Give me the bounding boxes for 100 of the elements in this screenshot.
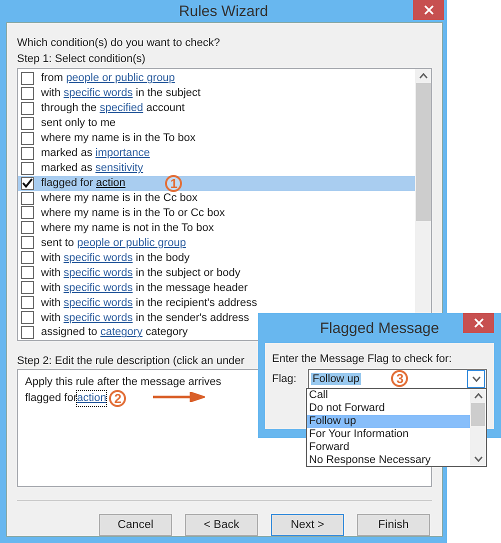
condition-text: with specific words in the subject xyxy=(41,87,201,100)
description-text: Apply this rule after the message arrives xyxy=(25,375,222,390)
checkbox[interactable] xyxy=(21,326,34,339)
checkbox[interactable] xyxy=(21,132,34,145)
step-label: Step 1: Select condition(s) xyxy=(17,52,146,67)
scroll-up-icon[interactable] xyxy=(418,73,428,79)
condition-text: marked as sensitivity xyxy=(41,162,144,174)
flag-option[interactable]: For Your Information xyxy=(307,428,470,441)
checkbox[interactable] xyxy=(21,221,34,234)
checkbox[interactable] xyxy=(21,116,34,130)
condition-text: sent to people or public group xyxy=(41,236,186,249)
condition-text: with specific words in the recipient's address xyxy=(41,296,258,309)
condition-item[interactable]: with specific words in the subject xyxy=(18,86,415,101)
dialog-button[interactable]: Finish xyxy=(357,514,430,536)
condition-link[interactable]: sensitivity xyxy=(95,162,144,174)
condition-link[interactable]: category xyxy=(100,326,143,338)
condition-text: with specific words in the message header xyxy=(41,282,248,294)
condition-text: where my name is in the Cc box xyxy=(41,192,198,204)
scroll-thumb[interactable] xyxy=(416,83,430,221)
description-text: flagged for xyxy=(25,391,77,406)
condition-item[interactable]: flagged for action 1 xyxy=(18,176,415,191)
condition-text: where my name is in the To or Cc box xyxy=(41,206,225,219)
scroll-up-icon[interactable] xyxy=(474,393,482,399)
condition-link[interactable]: specific words xyxy=(64,87,133,100)
scroll-down-icon[interactable] xyxy=(472,376,480,382)
condition-link[interactable]: specific words xyxy=(64,296,133,309)
question-label: Which condition(s) do you want to check? xyxy=(17,36,220,51)
flag-dropdown[interactable]: Follow up 3 xyxy=(308,369,487,389)
condition-link[interactable]: specified xyxy=(100,102,144,114)
condition-link[interactable]: people or public group xyxy=(66,72,175,84)
dialog-button[interactable]: < Back xyxy=(185,514,258,536)
condition-item[interactable]: sent only to me xyxy=(18,116,415,131)
checkbox[interactable] xyxy=(21,102,34,115)
window-title: Rules Wizard xyxy=(178,2,268,20)
flag-label: Flag: xyxy=(272,373,296,385)
condition-text: sent only to me xyxy=(41,117,116,130)
condition-text: with specific words in the body xyxy=(41,252,190,264)
checkbox[interactable] xyxy=(21,281,34,294)
condition-item[interactable]: with specific words in the recipient's address xyxy=(18,295,415,310)
checkbox[interactable] xyxy=(21,192,34,205)
flag-option[interactable]: Follow up xyxy=(307,415,470,428)
flag-option[interactable]: Call xyxy=(307,389,470,402)
condition-text: with specific words in the subject or body xyxy=(41,266,240,279)
condition-text: marked as importance xyxy=(41,147,150,160)
condition-link[interactable]: specific words xyxy=(64,282,133,294)
close-icon xyxy=(424,5,434,15)
step-marker: 2 xyxy=(109,390,126,407)
checkbox[interactable] xyxy=(21,162,34,175)
condition-text: where my name is in the To box xyxy=(41,132,196,144)
checkbox[interactable] xyxy=(21,296,34,310)
condition-item[interactable]: sent to people or public group xyxy=(18,235,415,250)
condition-item[interactable]: with specific words in the subject or body xyxy=(18,265,415,280)
flag-option[interactable]: Forward xyxy=(307,441,470,454)
close-button[interactable] xyxy=(463,313,494,333)
condition-item[interactable]: with specific words in the body xyxy=(18,250,415,266)
condition-text: with specific words in the sender's address xyxy=(41,312,250,324)
condition-text: where my name is not in the To box xyxy=(41,222,214,234)
condition-item[interactable]: from people or public group xyxy=(18,71,415,86)
checkbox[interactable] xyxy=(21,311,34,324)
window-title: Flagged Message xyxy=(320,320,440,336)
step-marker: 1 xyxy=(165,174,182,192)
scrollbar[interactable] xyxy=(470,389,486,466)
flag-option[interactable]: No Response Necessary xyxy=(307,454,470,467)
checkmark-icon xyxy=(22,178,33,188)
condition-item[interactable]: where my name is not in the To box xyxy=(18,220,415,236)
condition-text: flagged for action xyxy=(41,177,126,190)
checkbox[interactable] xyxy=(21,86,34,100)
checkbox[interactable] xyxy=(21,266,34,280)
arrow-icon xyxy=(153,392,205,402)
condition-link[interactable]: importance xyxy=(95,147,150,160)
checkbox[interactable] xyxy=(21,176,34,190)
condition-link[interactable]: specific words xyxy=(64,252,133,264)
prompt-label: Enter the Message Flag to check for: xyxy=(272,353,452,365)
scroll-thumb[interactable] xyxy=(471,403,485,426)
condition-link[interactable]: specific words xyxy=(64,266,133,279)
condition-item[interactable]: where my name is in the Cc box xyxy=(18,190,415,206)
condition-item[interactable]: where my name is in the To box xyxy=(18,130,415,146)
action-link[interactable]: action xyxy=(76,391,106,406)
dialog-button[interactable]: Cancel xyxy=(99,514,172,536)
condition-link[interactable]: action xyxy=(96,177,126,190)
condition-link[interactable]: specific words xyxy=(64,312,133,324)
checkbox[interactable] xyxy=(21,146,34,160)
condition-item[interactable]: through the specified account xyxy=(18,100,415,116)
close-button[interactable] xyxy=(413,0,444,20)
condition-item[interactable]: with specific words in the message header xyxy=(18,280,415,296)
condition-text: assigned to category category xyxy=(41,326,188,338)
condition-item[interactable]: marked as importance xyxy=(18,146,415,161)
flag-option[interactable]: Do not Forward xyxy=(307,402,470,415)
scroll-down-icon[interactable] xyxy=(474,456,482,462)
condition-item[interactable]: marked as sensitivity xyxy=(18,160,415,176)
checkbox[interactable] xyxy=(21,236,34,250)
condition-text: through the specified account xyxy=(41,102,185,114)
checkbox[interactable] xyxy=(21,72,34,85)
step-label: Step 2: Edit the rule description (click an under xyxy=(17,354,244,369)
dialog-button[interactable]: Next > xyxy=(271,514,344,536)
checkbox[interactable] xyxy=(21,206,34,220)
checkbox[interactable] xyxy=(21,251,34,264)
condition-text: from people or public group xyxy=(41,72,175,84)
condition-link[interactable]: people or public group xyxy=(77,236,186,249)
condition-item[interactable]: where my name is in the To or Cc box xyxy=(18,206,415,220)
